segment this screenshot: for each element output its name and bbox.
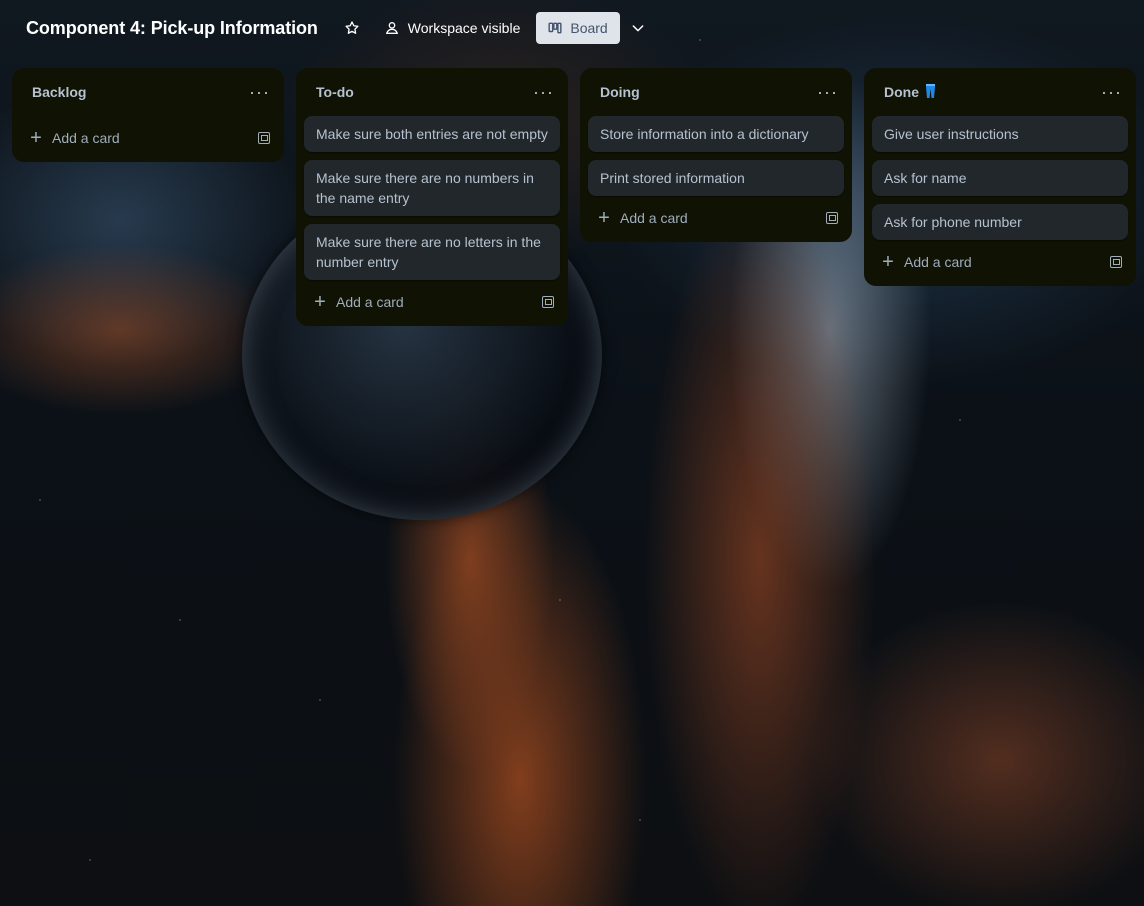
add-card-label: Add a card: [336, 294, 404, 310]
card[interactable]: Print stored information: [588, 160, 844, 196]
card-list: Give user instructions Ask for name Ask …: [864, 116, 1136, 240]
add-card-row: + Add a card: [296, 282, 568, 322]
card[interactable]: Ask for phone number: [872, 204, 1128, 240]
add-card-row: + Add a card: [580, 198, 852, 238]
star-icon: [344, 20, 360, 36]
more-horizontal-icon[interactable]: ···: [817, 83, 838, 101]
plus-icon: +: [882, 251, 894, 273]
card-list: Make sure both entries are not empty Mak…: [296, 116, 568, 280]
plus-icon: +: [314, 291, 326, 313]
list-header: Backlog ···: [12, 68, 284, 116]
more-horizontal-icon[interactable]: ···: [533, 83, 554, 101]
add-card-row: + Add a card: [12, 118, 284, 158]
more-horizontal-icon[interactable]: ···: [1101, 83, 1122, 101]
list-doing: Doing ··· Store information into a dicti…: [580, 68, 852, 242]
add-card-button[interactable]: + Add a card: [880, 252, 972, 272]
more-horizontal-icon[interactable]: ···: [249, 83, 270, 101]
jeans-icon: [925, 83, 936, 101]
card-list: Store information into a dictionary Prin…: [580, 116, 852, 196]
add-card-row: + Add a card: [864, 242, 1136, 282]
card[interactable]: Make sure there are no numbers in the na…: [304, 160, 560, 216]
card-template-icon[interactable]: [258, 132, 270, 144]
list-done: Done ··· Give user instructions Ask for …: [864, 68, 1136, 286]
card[interactable]: Store information into a dictionary: [588, 116, 844, 152]
view-switcher-button[interactable]: [624, 12, 652, 44]
list-title: Done: [884, 84, 919, 100]
card-template-icon[interactable]: [1110, 256, 1122, 268]
card[interactable]: Make sure there are no letters in the nu…: [304, 224, 560, 280]
add-card-label: Add a card: [904, 254, 972, 270]
star-button[interactable]: [336, 12, 368, 44]
add-card-button[interactable]: + Add a card: [312, 292, 404, 312]
list-title[interactable]: To-do: [316, 84, 354, 100]
workspace-visibility-button[interactable]: Workspace visible: [376, 12, 529, 44]
list-header: Doing ···: [580, 68, 852, 116]
board-title[interactable]: Component 4: Pick-up Information: [26, 18, 318, 39]
add-card-label: Add a card: [620, 210, 688, 226]
add-card-button[interactable]: + Add a card: [596, 208, 688, 228]
board-view-button[interactable]: Board: [536, 12, 620, 44]
board-view-icon: [548, 21, 562, 35]
add-card-button[interactable]: + Add a card: [28, 128, 120, 148]
card-template-icon[interactable]: [542, 296, 554, 308]
workspace-visibility-label: Workspace visible: [407, 20, 521, 36]
list-backlog: Backlog ··· + Add a card: [12, 68, 284, 162]
list-title[interactable]: Doing: [600, 84, 640, 100]
list-header: To-do ···: [296, 68, 568, 116]
list-todo: To-do ··· Make sure both entries are not…: [296, 68, 568, 326]
add-card-label: Add a card: [52, 130, 120, 146]
board-header: Component 4: Pick-up Information Workspa…: [0, 0, 1144, 56]
list-title-wrap[interactable]: Done: [884, 83, 936, 101]
plus-icon: +: [598, 207, 610, 229]
list-title[interactable]: Backlog: [32, 84, 86, 100]
people-icon: [384, 20, 400, 36]
card[interactable]: Ask for name: [872, 160, 1128, 196]
plus-icon: +: [30, 127, 42, 149]
board-view-label: Board: [570, 20, 608, 36]
card-template-icon[interactable]: [826, 212, 838, 224]
chevron-down-icon: [630, 20, 646, 36]
card[interactable]: Give user instructions: [872, 116, 1128, 152]
list-header: Done ···: [864, 68, 1136, 116]
card[interactable]: Make sure both entries are not empty: [304, 116, 560, 152]
